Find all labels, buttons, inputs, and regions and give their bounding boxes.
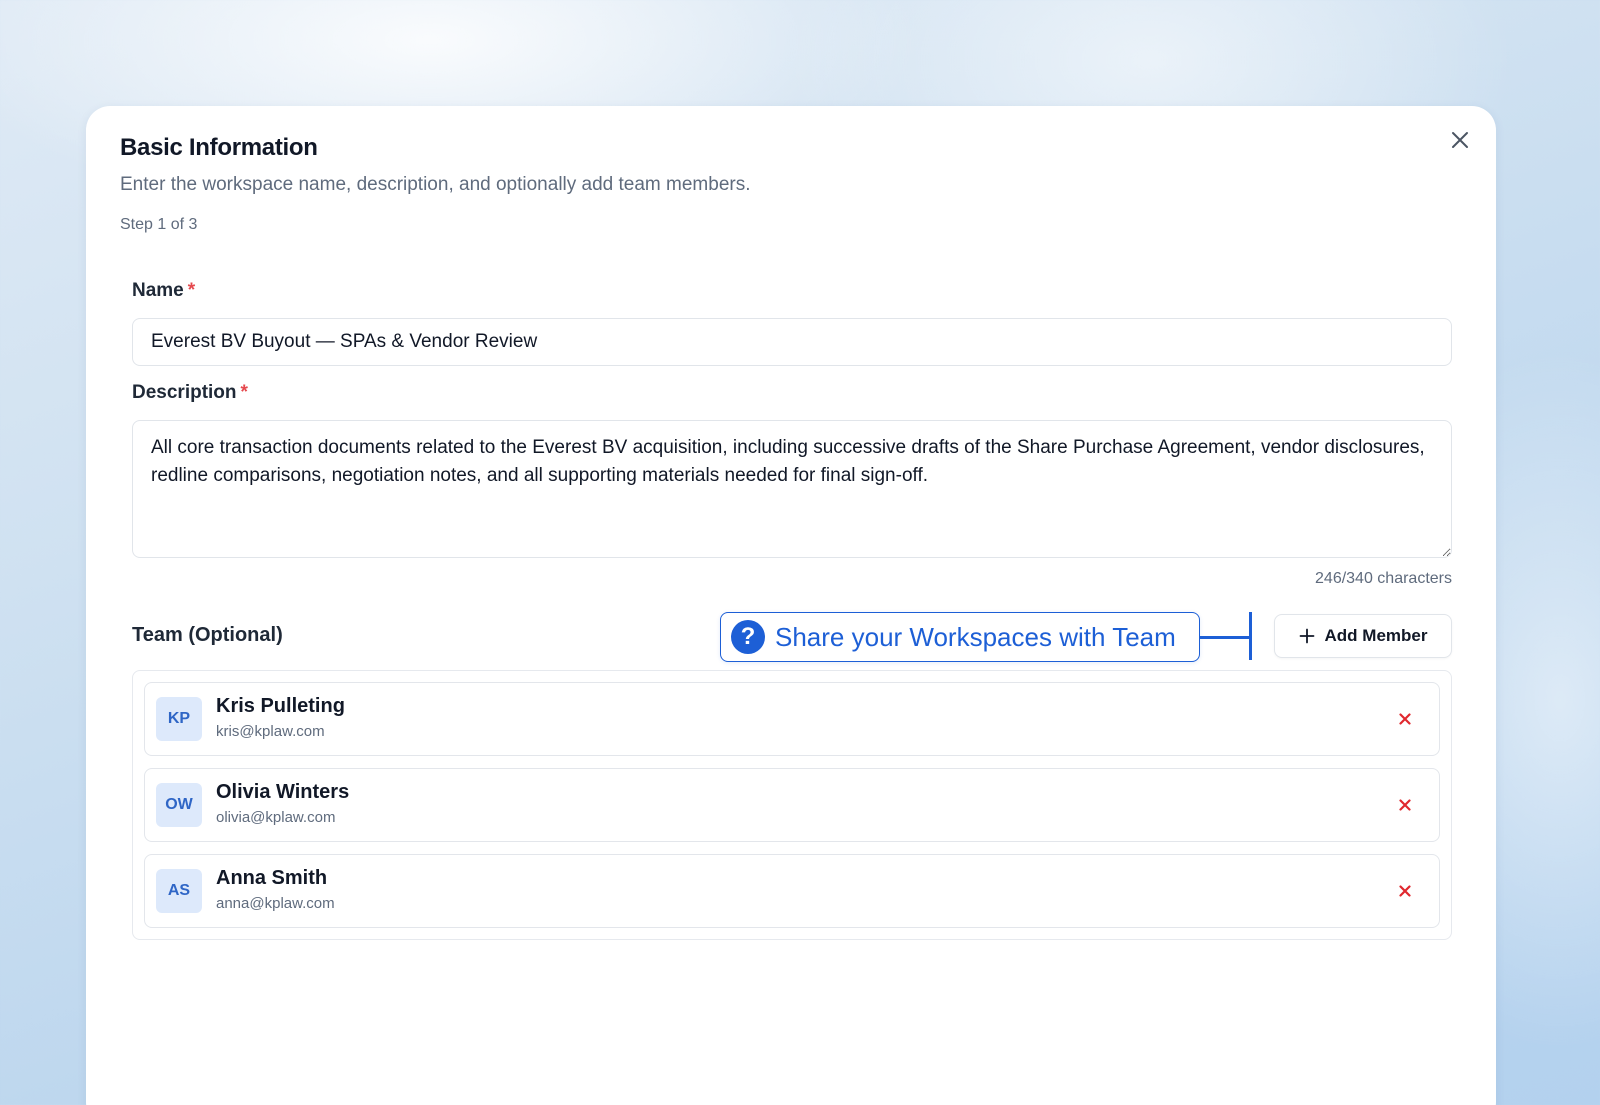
- remove-icon: [1399, 713, 1411, 725]
- required-marker: *: [187, 280, 196, 301]
- callout-text: Share your Workspaces with Team: [775, 621, 1176, 652]
- plus-icon: [1299, 628, 1314, 644]
- add-member-label: Add Member: [1324, 626, 1428, 645]
- description-textarea[interactable]: All core transaction documents related t…: [132, 420, 1452, 558]
- step-indicator: Step 1 of 3: [120, 216, 198, 233]
- team-share-callout: ? Share your Workspaces with Team: [720, 612, 1200, 662]
- member-email: olivia@kplaw.com: [216, 809, 336, 826]
- member-name: Olivia Winters: [216, 781, 350, 803]
- name-input[interactable]: [132, 318, 1452, 366]
- remove-member-button[interactable]: [1395, 795, 1415, 815]
- character-counter: 246/340 characters: [1315, 570, 1452, 587]
- remove-member-button[interactable]: [1395, 881, 1415, 901]
- member-name: Kris Pulleting: [216, 695, 345, 717]
- question-icon: ?: [731, 620, 765, 654]
- dialog-subtitle: Enter the workspace name, description, a…: [120, 174, 751, 195]
- callout-connector: [1200, 636, 1250, 639]
- close-icon: [1452, 132, 1468, 148]
- remove-icon: [1399, 885, 1411, 897]
- add-member-button[interactable]: Add Member: [1274, 614, 1452, 658]
- avatar: AS: [156, 869, 202, 913]
- dialog-title: Basic Information: [120, 134, 318, 161]
- avatar: KP: [156, 697, 202, 741]
- name-label: Name *: [132, 280, 195, 302]
- required-marker: *: [240, 382, 248, 403]
- avatar: OW: [156, 783, 202, 827]
- member-email: kris@kplaw.com: [216, 723, 325, 740]
- name-label-text: Name: [132, 280, 184, 301]
- close-button[interactable]: [1448, 128, 1472, 152]
- member-email: anna@kplaw.com: [216, 895, 335, 912]
- team-label: Team (Optional): [132, 624, 283, 646]
- member-name: Anna Smith: [216, 867, 328, 889]
- team-member-row: OW Olivia Winters olivia@kplaw.com: [144, 768, 1440, 842]
- team-member-row: KP Kris Pulleting kris@kplaw.com: [144, 682, 1440, 756]
- team-member-list: KP Kris Pulleting kris@kplaw.com OW Oliv…: [132, 670, 1452, 940]
- basic-information-dialog: Basic Information Enter the workspace na…: [86, 106, 1496, 1105]
- team-member-row: AS Anna Smith anna@kplaw.com: [144, 854, 1440, 928]
- callout-connector-marker: [1249, 612, 1252, 660]
- remove-member-button[interactable]: [1395, 709, 1415, 729]
- description-label-text: Description: [132, 382, 237, 403]
- remove-icon: [1399, 799, 1411, 811]
- description-label: Description *: [132, 382, 248, 404]
